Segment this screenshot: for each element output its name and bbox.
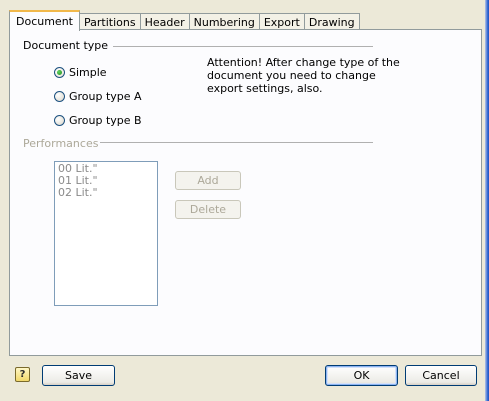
performances-list[interactable]: 00 Lit." 01 Lit." 02 Lit." (54, 161, 158, 306)
tab-numbering[interactable]: Numbering (188, 13, 260, 30)
cancel-button[interactable]: Cancel (405, 365, 477, 386)
radio-simple-indicator[interactable] (54, 67, 65, 78)
window-edge (485, 0, 489, 401)
tab-header[interactable]: Header (139, 13, 190, 30)
performances-divider (100, 142, 373, 143)
tab-drawing[interactable]: Drawing (303, 13, 360, 30)
help-icon[interactable]: ? (15, 367, 30, 382)
list-item[interactable]: 02 Lit." (58, 187, 154, 199)
document-type-divider (113, 46, 373, 47)
add-button[interactable]: Add (175, 171, 241, 190)
tab-bar: Document Partitions Header Numbering Exp… (9, 9, 360, 31)
radio-group-type-b-label: Group type B (69, 114, 142, 127)
document-tab-page: Document type Simple Group type A Group … (9, 29, 482, 356)
radio-group-type-a[interactable]: Group type A (54, 90, 142, 103)
radio-simple-label: Simple (69, 66, 107, 79)
delete-button[interactable]: Delete (175, 200, 241, 219)
attention-note: Attention! After change type of the docu… (207, 56, 400, 95)
ok-button[interactable]: OK (325, 365, 398, 386)
radio-group-type-b[interactable]: Group type B (54, 114, 142, 127)
tab-partitions[interactable]: Partitions (79, 13, 141, 30)
radio-group-type-a-indicator[interactable] (54, 91, 65, 102)
document-type-title: Document type (23, 39, 109, 52)
performances-title: Performances (23, 137, 99, 150)
tab-export[interactable]: Export (258, 13, 305, 30)
radio-group-type-a-label: Group type A (69, 90, 142, 103)
radio-group-type-b-indicator[interactable] (54, 115, 65, 126)
radio-simple[interactable]: Simple (54, 66, 107, 79)
settings-dialog: Document Partitions Header Numbering Exp… (0, 0, 489, 401)
tab-document[interactable]: Document (9, 10, 80, 31)
save-button[interactable]: Save (42, 365, 115, 386)
